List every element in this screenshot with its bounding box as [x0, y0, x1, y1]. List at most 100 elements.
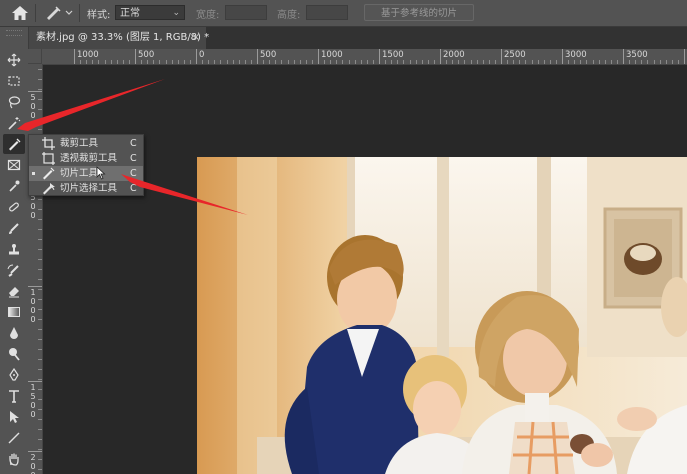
blur-icon[interactable] — [3, 323, 25, 343]
ruler-minor-tick — [202, 60, 204, 64]
ruler-minor-tick — [293, 60, 295, 64]
ruler-minor-tick — [366, 60, 368, 64]
pen-icon[interactable] — [3, 365, 25, 385]
document-tab-bar: 素材.jpg @ 33.3% (图层 1, RGB/8) * × — [28, 27, 687, 49]
ruler-minor-tick — [348, 60, 350, 64]
ruler-minor-tick — [458, 60, 460, 64]
ruler-minor-tick — [86, 60, 88, 64]
ruler-minor-tick — [128, 60, 130, 64]
height-field[interactable] — [306, 5, 348, 20]
ruler-minor-tick — [482, 60, 484, 64]
ruler-minor-tick — [171, 60, 173, 64]
ruler-label: 0 — [199, 50, 205, 60]
panel-grip[interactable] — [6, 30, 22, 36]
flyout-item-crop-tool[interactable]: 裁剪工具 C — [29, 136, 143, 151]
ruler-minor-tick — [525, 60, 527, 64]
options-separator — [79, 4, 80, 22]
ruler-minor-tick — [647, 60, 649, 64]
style-select[interactable]: 正常 ⌄ — [115, 5, 185, 20]
document-tab[interactable]: 素材.jpg @ 33.3% (图层 1, RGB/8) * × — [28, 27, 209, 49]
gradient-icon[interactable] — [3, 302, 25, 322]
ruler-minor-tick — [610, 60, 612, 64]
ruler-minor-tick — [244, 60, 246, 64]
ruler-minor-tick — [116, 60, 118, 64]
ruler-minor-tick — [354, 60, 356, 64]
healing-brush-icon[interactable] — [3, 197, 25, 217]
ruler-minor-tick — [38, 439, 42, 440]
slice-tool-icon[interactable] — [3, 134, 25, 154]
ruler-minor-tick — [574, 60, 576, 64]
path-selection-icon[interactable] — [3, 407, 25, 427]
ruler-minor-tick — [275, 60, 277, 64]
clone-stamp-icon[interactable] — [3, 239, 25, 259]
ruler-label: 0 — [30, 211, 36, 220]
dodge-icon[interactable] — [3, 344, 25, 364]
ruler-label: 0 — [30, 306, 36, 315]
flyout-item-label: 透视裁剪工具 — [60, 153, 118, 164]
ruler-minor-tick — [403, 60, 405, 64]
frame-icon[interactable] — [3, 155, 25, 175]
ruler-major-tick: 2500 — [501, 49, 526, 64]
ruler-minor-tick — [38, 409, 42, 410]
ruler-minor-tick — [38, 79, 42, 80]
ruler-minor-tick — [38, 359, 42, 360]
ruler-minor-tick — [427, 60, 429, 64]
ruler-corner — [28, 49, 42, 64]
ruler-minor-tick — [305, 60, 307, 64]
marquee-icon[interactable] — [3, 71, 25, 91]
ruler-label: 2500 — [504, 50, 526, 60]
ruler-minor-tick — [287, 60, 289, 64]
ruler-minor-tick — [38, 279, 42, 280]
ruler-minor-tick — [397, 60, 399, 64]
ruler-major-tick — [28, 91, 42, 92]
eyedropper-icon[interactable] — [3, 176, 25, 196]
ruler-label: 3500 — [626, 50, 648, 60]
ruler-label: 0 — [30, 102, 36, 111]
ruler-minor-tick — [659, 60, 661, 64]
ruler-major-tick: 500 — [135, 49, 154, 64]
eraser-icon[interactable] — [3, 281, 25, 301]
ruler-minor-tick — [507, 60, 509, 64]
close-icon[interactable]: × — [192, 27, 200, 49]
slices-from-guides-button[interactable]: 基于参考线的切片 — [364, 4, 474, 21]
horizontal-ruler: 1000 500 0 500 1000 1500 2000 2500 3000 3500 4000 — [42, 49, 687, 65]
ruler-major-tick — [28, 381, 42, 382]
ruler-minor-tick — [324, 60, 326, 64]
ruler-major-tick: 1000 — [74, 49, 99, 64]
home-icon[interactable] — [10, 4, 30, 22]
line-icon[interactable] — [3, 428, 25, 448]
type-icon[interactable] — [3, 386, 25, 406]
ruler-label: 0 — [30, 111, 36, 120]
slice-select-icon — [43, 183, 55, 195]
ruler-minor-tick — [189, 60, 191, 64]
ruler-minor-tick — [543, 60, 545, 64]
options-separator — [35, 4, 36, 22]
ruler-minor-tick — [38, 249, 42, 250]
flyout-item-perspective-crop-tool[interactable]: 透视裁剪工具 C — [29, 151, 143, 166]
ruler-major-tick — [28, 451, 42, 452]
ruler-minor-tick — [494, 60, 496, 64]
ruler-minor-tick — [104, 60, 106, 64]
ruler-minor-tick — [38, 299, 42, 300]
flyout-item-slice-tool[interactable]: 切片工具 C — [29, 166, 143, 181]
brush-icon[interactable] — [3, 218, 25, 238]
ruler-label: 3000 — [565, 50, 587, 60]
hand-icon[interactable] — [3, 449, 25, 469]
lasso-icon[interactable] — [3, 92, 25, 112]
magic-wand-icon[interactable] — [3, 113, 25, 133]
ruler-minor-tick — [641, 60, 643, 64]
width-field[interactable] — [225, 5, 267, 20]
move-icon[interactable] — [3, 50, 25, 70]
tool-preset-picker[interactable] — [44, 5, 74, 21]
ruler-label: 1000 — [77, 50, 99, 60]
history-brush-icon[interactable] — [3, 260, 25, 280]
ruler-minor-tick — [360, 60, 362, 64]
ruler-minor-tick — [38, 459, 42, 460]
flyout-item-slice-select-tool[interactable]: 切片选择工具 C — [29, 181, 143, 196]
ruler-minor-tick — [208, 60, 210, 64]
ruler-label: 5 — [30, 93, 36, 102]
slice-icon — [43, 167, 55, 180]
ruler-label: 500 — [260, 50, 277, 60]
ruler-minor-tick — [38, 339, 42, 340]
ruler-minor-tick — [38, 319, 42, 320]
